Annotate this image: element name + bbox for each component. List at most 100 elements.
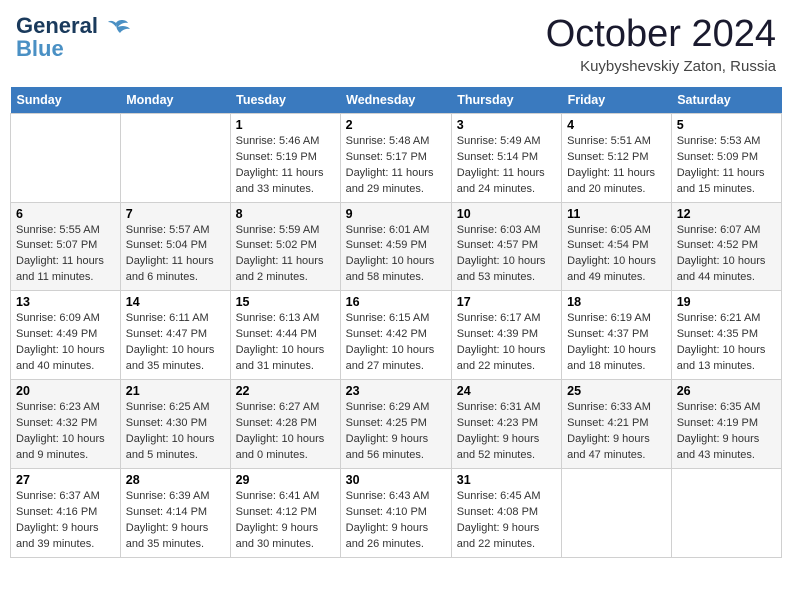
week-row-3: 20Sunrise: 6:23 AM Sunset: 4:32 PM Dayli…: [11, 380, 782, 469]
day-number: 4: [567, 118, 666, 132]
col-friday: Friday: [562, 87, 672, 114]
calendar-cell: 30 Sunrise: 6:43 AM Sunset: 4:10 PM Dayli…: [340, 468, 451, 557]
cell-info: Sunrise: 6:39 AM Sunset: 4:14 PM Dayligh…: [126, 489, 225, 553]
calendar-cell: 8Sunrise: 5:59 AM Sunset: 5:02 PM Daylig…: [230, 202, 340, 291]
cell-info: Sunrise: 6:09 AM Sunset: 4:49 PM Dayligh…: [16, 311, 115, 375]
header-row: Sunday Monday Tuesday Wednesday Thursday…: [11, 87, 782, 114]
week-row-2: 13Sunrise: 6:09 AM Sunset: 4:49 PM Dayli…: [11, 291, 782, 380]
day-number: 9: [346, 207, 446, 221]
cell-info: Sunrise: 6:35 AM Sunset: 4:19 PM Dayligh…: [677, 400, 776, 464]
col-wednesday: Wednesday: [340, 87, 451, 114]
calendar-cell: 29 Sunrise: 6:41 AM Sunset: 4:12 PM Dayli…: [230, 468, 340, 557]
col-tuesday: Tuesday: [230, 87, 340, 114]
logo-blue: Blue: [16, 37, 98, 60]
calendar-cell: [562, 468, 672, 557]
calendar-cell: 23 Sunrise: 6:29 AM Sunset: 4:25 PM Dayli…: [340, 380, 451, 469]
cell-info: Sunrise: 6:45 AM Sunset: 4:08 PM Dayligh…: [457, 489, 556, 553]
calendar-cell: 18 Sunrise: 6:19 AM Sunset: 4:37 PM Dayli…: [562, 291, 672, 380]
calendar-header: Sunday Monday Tuesday Wednesday Thursday…: [11, 87, 782, 114]
calendar-cell: 3Sunrise: 5:49 AM Sunset: 5:14 PM Daylig…: [451, 113, 561, 202]
day-number: 21: [126, 384, 225, 398]
calendar-cell: 11 Sunrise: 6:05 AM Sunset: 4:54 PM Dayli…: [562, 202, 672, 291]
calendar-cell: 6Sunrise: 5:55 AM Sunset: 5:07 PM Daylig…: [11, 202, 121, 291]
calendar-body: 1 Sunrise: 5:46 AM Sunset: 5:19 PM Daylig…: [11, 113, 782, 557]
day-number: 10: [457, 207, 556, 221]
cell-info: Sunrise: 6:27 AM Sunset: 4:28 PM Dayligh…: [236, 400, 335, 464]
calendar-cell: 17 Sunrise: 6:17 AM Sunset: 4:39 PM Dayli…: [451, 291, 561, 380]
day-number: 17: [457, 295, 556, 309]
calendar-cell: 19 Sunrise: 6:21 AM Sunset: 4:35 PM Dayli…: [671, 291, 781, 380]
calendar-cell: [11, 113, 121, 202]
calendar-cell: 12Sunrise: 6:07 AM Sunset: 4:52 PM Dayli…: [671, 202, 781, 291]
calendar-cell: [671, 468, 781, 557]
cell-info: Sunrise: 6:43 AM Sunset: 4:10 PM Dayligh…: [346, 489, 446, 553]
week-row-4: 27 Sunrise: 6:37 AM Sunset: 4:16 PM Dayli…: [11, 468, 782, 557]
day-number: 31: [457, 473, 556, 487]
logo-bird-icon: [102, 17, 130, 50]
day-number: 22: [236, 384, 335, 398]
calendar-cell: 1 Sunrise: 5:46 AM Sunset: 5:19 PM Daylig…: [230, 113, 340, 202]
calendar-cell: 25 Sunrise: 6:33 AM Sunset: 4:21 PM Dayli…: [562, 380, 672, 469]
calendar-cell: 9 Sunrise: 6:01 AM Sunset: 4:59 PM Daylig…: [340, 202, 451, 291]
month-title: October 2024: [546, 14, 776, 56]
cell-info: Sunrise: 6:37 AM Sunset: 4:16 PM Dayligh…: [16, 489, 115, 553]
cell-info: Sunrise: 5:53 AM Sunset: 5:09 PM Dayligh…: [677, 134, 776, 198]
day-number: 28: [126, 473, 225, 487]
col-sunday: Sunday: [11, 87, 121, 114]
calendar-table: Sunday Monday Tuesday Wednesday Thursday…: [10, 87, 782, 558]
day-number: 3: [457, 118, 556, 132]
cell-info: Sunrise: 6:21 AM Sunset: 4:35 PM Dayligh…: [677, 311, 776, 375]
calendar-cell: 26 Sunrise: 6:35 AM Sunset: 4:19 PM Dayli…: [671, 380, 781, 469]
col-monday: Monday: [120, 87, 230, 114]
cell-info: Sunrise: 6:01 AM Sunset: 4:59 PM Dayligh…: [346, 223, 446, 287]
cell-info: Sunrise: 6:33 AM Sunset: 4:21 PM Dayligh…: [567, 400, 666, 464]
calendar-cell: 4Sunrise: 5:51 AM Sunset: 5:12 PM Daylig…: [562, 113, 672, 202]
day-number: 19: [677, 295, 776, 309]
cell-info: Sunrise: 6:13 AM Sunset: 4:44 PM Dayligh…: [236, 311, 335, 375]
day-number: 30: [346, 473, 446, 487]
day-number: 11: [567, 207, 666, 221]
cell-info: Sunrise: 6:41 AM Sunset: 4:12 PM Dayligh…: [236, 489, 335, 553]
cell-info: Sunrise: 6:31 AM Sunset: 4:23 PM Dayligh…: [457, 400, 556, 464]
cell-info: Sunrise: 6:19 AM Sunset: 4:37 PM Dayligh…: [567, 311, 666, 375]
cell-info: Sunrise: 6:15 AM Sunset: 4:42 PM Dayligh…: [346, 311, 446, 375]
calendar-cell: 2Sunrise: 5:48 AM Sunset: 5:17 PM Daylig…: [340, 113, 451, 202]
cell-info: Sunrise: 6:05 AM Sunset: 4:54 PM Dayligh…: [567, 223, 666, 287]
day-number: 8: [236, 207, 335, 221]
calendar-cell: 13Sunrise: 6:09 AM Sunset: 4:49 PM Dayli…: [11, 291, 121, 380]
week-row-0: 1 Sunrise: 5:46 AM Sunset: 5:19 PM Daylig…: [11, 113, 782, 202]
calendar-cell: 28 Sunrise: 6:39 AM Sunset: 4:14 PM Dayli…: [120, 468, 230, 557]
calendar-cell: 24 Sunrise: 6:31 AM Sunset: 4:23 PM Dayli…: [451, 380, 561, 469]
page-header: General Blue October 2024 Kuybyshevskiy …: [10, 10, 782, 79]
cell-info: Sunrise: 6:25 AM Sunset: 4:30 PM Dayligh…: [126, 400, 225, 464]
location-label: Kuybyshevskiy Zaton, Russia: [546, 58, 776, 75]
day-number: 2: [346, 118, 446, 132]
calendar-cell: 7Sunrise: 5:57 AM Sunset: 5:04 PM Daylig…: [120, 202, 230, 291]
day-number: 5: [677, 118, 776, 132]
day-number: 24: [457, 384, 556, 398]
cell-info: Sunrise: 6:17 AM Sunset: 4:39 PM Dayligh…: [457, 311, 556, 375]
cell-info: Sunrise: 6:11 AM Sunset: 4:47 PM Dayligh…: [126, 311, 225, 375]
day-number: 1: [236, 118, 335, 132]
cell-info: Sunrise: 6:29 AM Sunset: 4:25 PM Dayligh…: [346, 400, 446, 464]
day-number: 27: [16, 473, 115, 487]
day-number: 6: [16, 207, 115, 221]
cell-info: Sunrise: 5:46 AM Sunset: 5:19 PM Dayligh…: [236, 134, 335, 198]
day-number: 23: [346, 384, 446, 398]
calendar-cell: 21 Sunrise: 6:25 AM Sunset: 4:30 PM Dayli…: [120, 380, 230, 469]
cell-info: Sunrise: 6:03 AM Sunset: 4:57 PM Dayligh…: [457, 223, 556, 287]
day-number: 20: [16, 384, 115, 398]
day-number: 25: [567, 384, 666, 398]
title-block: October 2024 Kuybyshevskiy Zaton, Russia: [546, 14, 776, 75]
calendar-cell: 22 Sunrise: 6:27 AM Sunset: 4:28 PM Dayli…: [230, 380, 340, 469]
cell-info: Sunrise: 6:07 AM Sunset: 4:52 PM Dayligh…: [677, 223, 776, 287]
calendar-cell: [120, 113, 230, 202]
day-number: 15: [236, 295, 335, 309]
calendar-cell: 5 Sunrise: 5:53 AM Sunset: 5:09 PM Daylig…: [671, 113, 781, 202]
logo: General Blue: [16, 14, 130, 60]
day-number: 26: [677, 384, 776, 398]
day-number: 29: [236, 473, 335, 487]
day-number: 18: [567, 295, 666, 309]
col-thursday: Thursday: [451, 87, 561, 114]
calendar-cell: 27 Sunrise: 6:37 AM Sunset: 4:16 PM Dayli…: [11, 468, 121, 557]
